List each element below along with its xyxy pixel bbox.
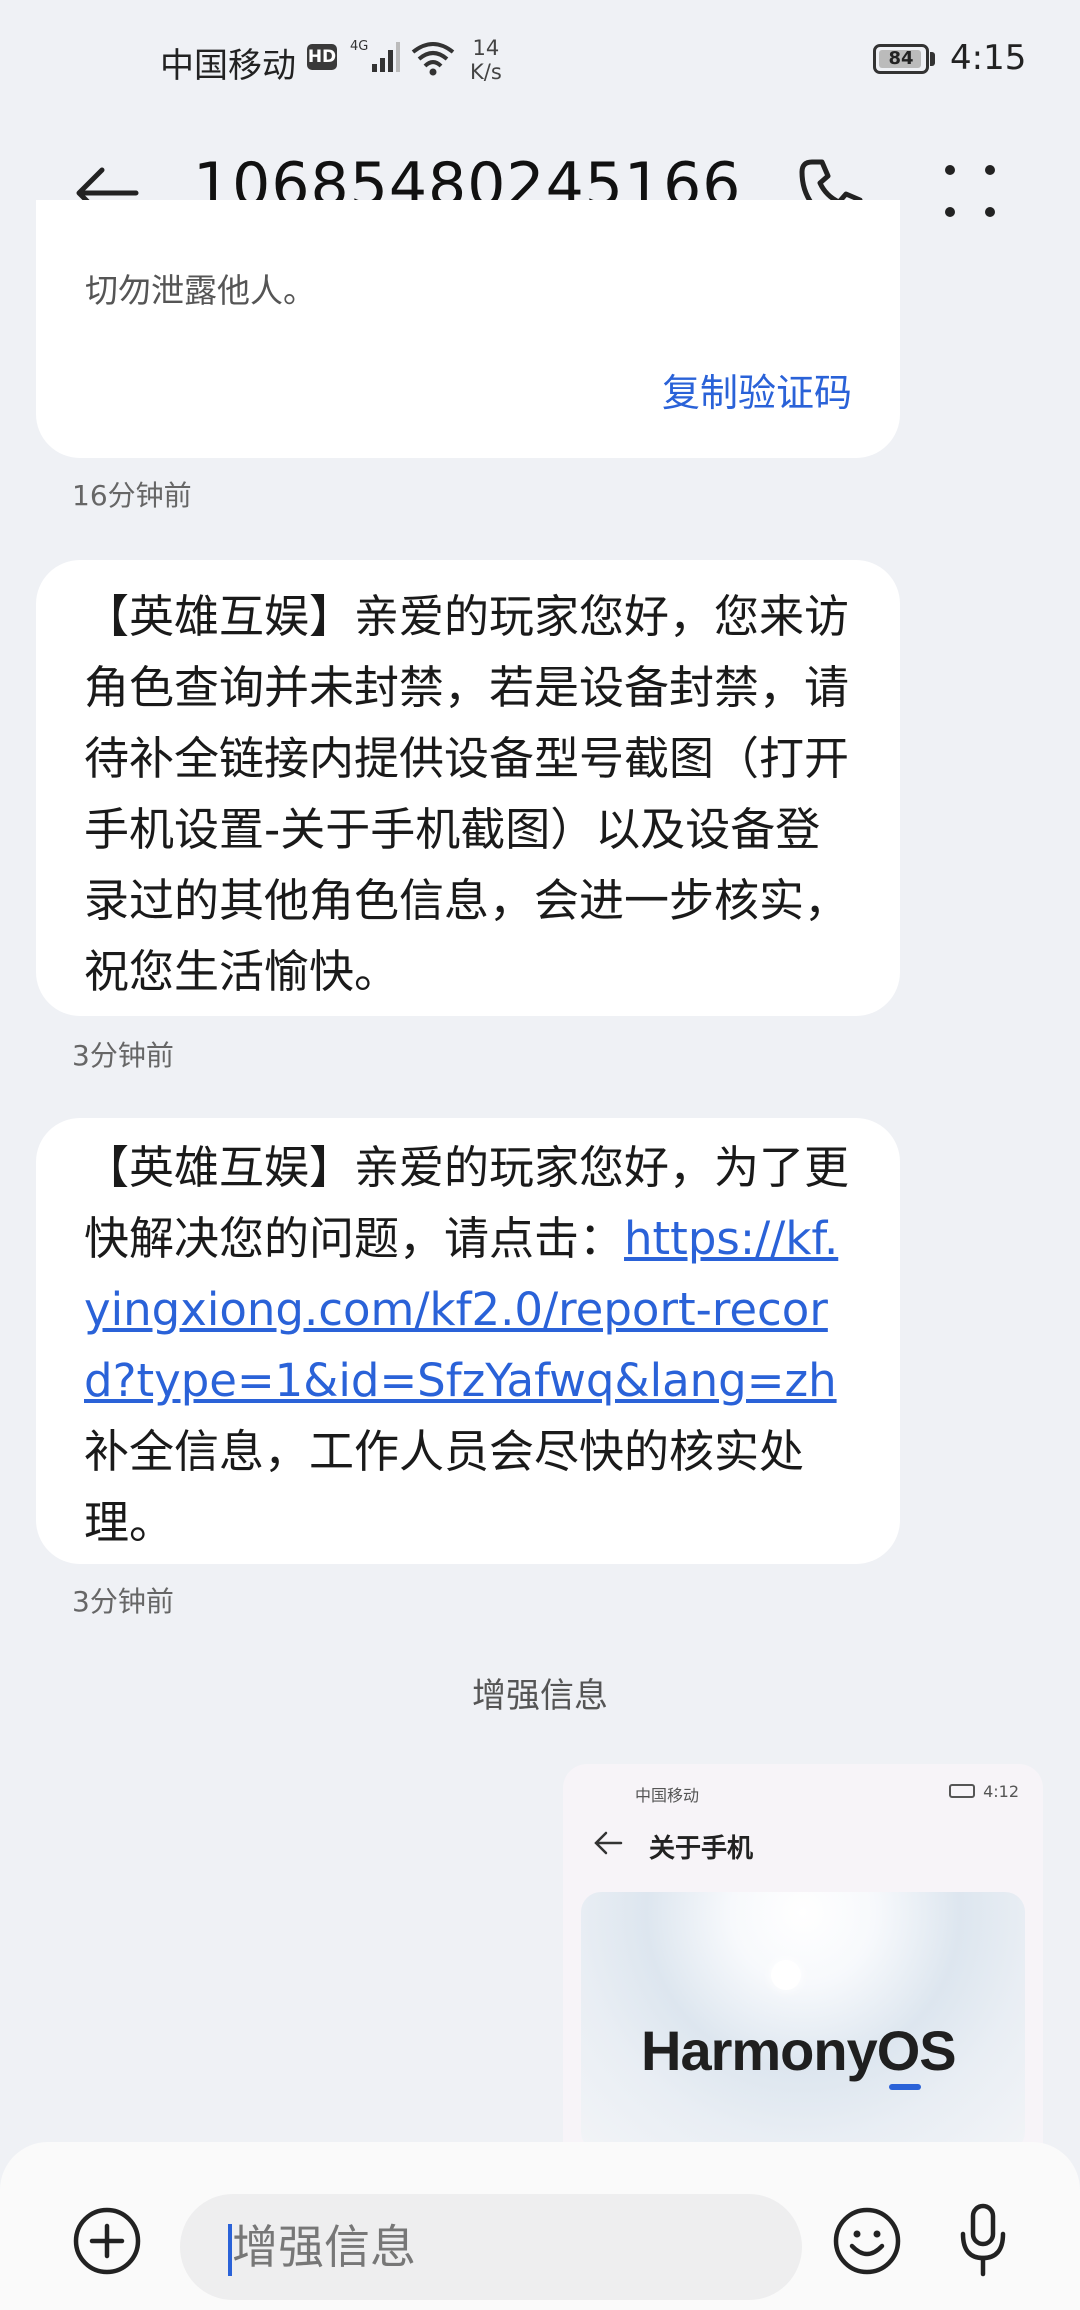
message-time: 3分钟前 <box>72 1039 174 1072</box>
speed-value: 14 <box>472 36 500 60</box>
thumb-title: 关于手机 <box>649 1834 754 1864</box>
carrier-name: 中国移动 <box>160 46 296 86</box>
thumb-carrier: 中国移动 <box>635 1786 700 1805</box>
signal-icon: 4G <box>350 39 400 72</box>
battery-level: 84 <box>888 48 914 69</box>
more-options-icon[interactable] <box>940 156 1000 226</box>
message-text-after-link: 补全信息，工作人员会尽快的核实处理。 <box>84 1425 805 1549</box>
message-text: 【英雄互娱】亲爱的玩家您好，您来访角色查询并未封禁，若是设备封禁，请待补全链接内… <box>84 590 850 998</box>
thumb-battery-icon <box>949 1784 975 1798</box>
battery-icon: 84 <box>873 44 929 74</box>
message-input[interactable] <box>232 2194 772 2300</box>
network-speed: 14 K/s <box>470 36 502 84</box>
network-type: 4G <box>350 39 368 54</box>
emoji-icon[interactable] <box>832 2206 902 2276</box>
hd-icon: HD <box>307 44 337 70</box>
thumb-clock: 4:12 <box>983 1782 1019 1801</box>
message-composer <box>0 2142 1080 2310</box>
clock: 4:15 <box>950 38 1027 78</box>
harmonyos-logo: HarmonyOS <box>641 2019 957 2082</box>
copy-code-button[interactable]: 复制验证码 <box>662 362 852 417</box>
microphone-icon[interactable] <box>958 2202 1008 2280</box>
add-icon[interactable] <box>72 2206 142 2276</box>
status-bar: 中国移动 HD 4G 14 K/s 84 4:15 <box>0 0 1080 120</box>
message-input-container[interactable] <box>180 2194 802 2300</box>
message-time: 16分钟前 <box>72 479 192 512</box>
enhanced-message-label: 增强信息 <box>472 1676 608 1716</box>
message-time: 3分钟前 <box>72 1585 174 1618</box>
message-clipped-text: 切勿泄露他人。 <box>85 271 316 310</box>
message-bubble-verification: 复制验证码 <box>36 200 900 458</box>
message-bubble: 【英雄互娱】亲爱的玩家您好，您来访角色查询并未封禁，若是设备封禁，请待补全链接内… <box>36 560 900 1016</box>
image-attachment[interactable]: 中国移动 4:12 关于手机 HarmonyOS <box>563 1764 1043 2144</box>
message-text: 【英雄互娱】亲爱的玩家您好，为了更快解决您的问题，请点击：https://kf.… <box>84 1132 860 1558</box>
harmonyos-banner: HarmonyOS <box>581 1892 1025 2144</box>
speed-unit: K/s <box>470 60 502 84</box>
thumb-back-arrow-icon <box>594 1831 623 1855</box>
message-bubble: 【英雄互娱】亲爱的玩家您好，为了更快解决您的问题，请点击：https://kf.… <box>36 1118 900 1564</box>
wifi-icon <box>411 42 455 76</box>
